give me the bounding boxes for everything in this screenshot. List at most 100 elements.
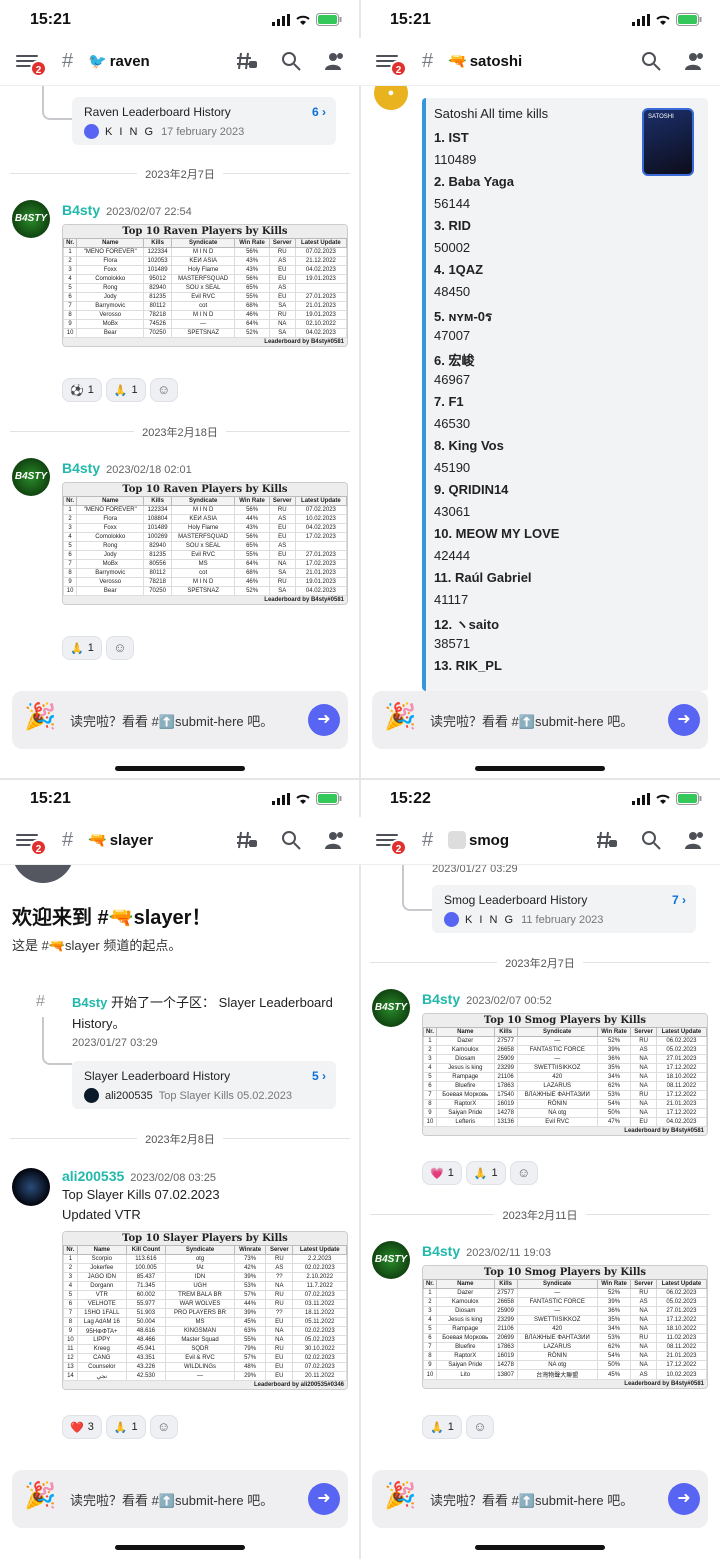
message-author[interactable]: B4sty 2023/02/18 02:01 xyxy=(62,460,192,476)
table-cell: cot xyxy=(170,301,236,311)
leaderboard-table: Nr. Name Kills Syndicate Win Rate Server Lates… xyxy=(63,496,347,596)
table-footer: Leaderboard by B4sty#0581 xyxy=(423,1380,707,1388)
reaction-button[interactable]: 🙏 1 xyxy=(105,1415,146,1439)
search-icon[interactable] xyxy=(640,829,662,851)
leaderboard-image[interactable]: Top 10 Smog Players by Kills Nr. Name Kills… xyxy=(422,1265,708,1389)
reaction-button[interactable]: 💗 1 xyxy=(422,1161,462,1185)
table-cell: 56% xyxy=(234,247,270,257)
threads-icon[interactable] xyxy=(236,829,258,851)
status-icons xyxy=(632,13,702,26)
embed-thumbnail[interactable]: SATOSHI xyxy=(642,108,694,176)
add-reaction-button[interactable]: ☺ xyxy=(465,1415,494,1439)
add-reaction-button[interactable]: ☺ xyxy=(149,1415,178,1439)
table-cell: 70250 xyxy=(143,328,172,338)
leaderboard-image[interactable]: Top 10 Raven Players by Kills Nr. Name Kill… xyxy=(62,482,348,605)
thread-card[interactable]: Smog Leaderboard History 7 › K I N G 11 f… xyxy=(432,885,696,933)
table-row: 1 "MENO FOREVER" 122334 M I N D 56% RU 07.02.2… xyxy=(63,247,347,257)
table-cell: NA xyxy=(630,1054,657,1064)
leaderboard-image[interactable]: Top 10 Smog Players by Kills Nr. Name Kills… xyxy=(422,1013,708,1136)
message-author[interactable]: B4sty 2023/02/07 22:54 xyxy=(62,202,192,218)
arrow-right-icon[interactable]: ➜ xyxy=(668,704,700,736)
thread-card[interactable]: Raven Leaderboard History 6 › K I N G 17 … xyxy=(72,97,336,145)
table-cell: 108804 xyxy=(143,514,172,524)
message-list: ● Satoshi All time kills SATOSHI 1. IST 1… xyxy=(360,86,720,691)
members-icon[interactable] xyxy=(684,50,706,72)
threads-icon[interactable] xyxy=(596,829,618,851)
table-cell: LIPPY xyxy=(76,1335,127,1345)
composer-hint[interactable]: 🎉 读完啦？看看 #⬆️submit-here 吧。 ➜ xyxy=(372,691,708,749)
reaction-button[interactable]: ⚽ 1 xyxy=(62,378,102,402)
leaderboard-image[interactable]: Top 10 Raven Players by Kills Nr. Name Kill… xyxy=(62,224,348,347)
avatar[interactable]: B4STY xyxy=(12,200,50,238)
search-icon[interactable] xyxy=(280,50,302,72)
table-row: 2 Flora 102053 KEИ ASIA 43% AS 21.12.2022 xyxy=(63,256,347,266)
table-cell: 50.004 xyxy=(125,1317,167,1327)
table-cell: 73% xyxy=(233,1254,267,1264)
table-row: 5 Rong 82940 SOU x SEAL 65% AS xyxy=(63,541,347,551)
table-cell: RU xyxy=(268,505,296,515)
message-author[interactable]: B4sty 2023/02/07 00:52 xyxy=(422,991,552,1007)
reaction-button[interactable]: 🙏 1 xyxy=(105,378,146,402)
leaderboard-image[interactable]: Top 10 Slayer Players by Kills Nr. Name Kil… xyxy=(62,1231,348,1390)
avatar[interactable] xyxy=(12,1168,50,1206)
status-bar: 15:21 xyxy=(0,779,360,817)
arrow-right-icon[interactable]: ➜ xyxy=(308,1483,340,1515)
reaction-button[interactable]: ❤️ 3 xyxy=(62,1415,102,1439)
avatar[interactable]: B4STY xyxy=(372,1241,410,1279)
add-reaction-button[interactable]: ☺ xyxy=(509,1161,538,1185)
reaction-button[interactable]: 🙏 1 xyxy=(62,636,102,660)
battery-icon xyxy=(316,13,342,26)
table-row: 10 Bear 70250 SPETSNAZ 52% SA 04.02.2023 xyxy=(63,328,347,338)
party-icon: 🎉 xyxy=(24,1480,57,1510)
welcome-subtitle: 这是 #🔫slayer 频道的起点。 xyxy=(12,938,182,953)
arrow-right-icon[interactable]: ➜ xyxy=(668,1483,700,1515)
search-icon[interactable] xyxy=(280,829,302,851)
table-cell: Lito xyxy=(435,1369,495,1380)
table-row: 14 نجي 42.530—29% EU 20.11.2022 xyxy=(63,1371,347,1381)
kill-entry-name: 11. Raúl Gabriel xyxy=(434,570,532,585)
avatar[interactable]: B4STY xyxy=(372,989,410,1027)
table-cell: AS xyxy=(268,541,296,551)
kill-entry-value: 110489 xyxy=(434,152,477,167)
reaction-button[interactable]: 🙏 1 xyxy=(465,1161,506,1185)
composer-hint[interactable]: 🎉 读完啦？看看 #⬆️submit-here 吧。 ➜ xyxy=(12,1470,348,1528)
table-cell: 21.01.2023 xyxy=(655,1351,707,1361)
add-reaction-button[interactable]: ☺ xyxy=(149,378,178,402)
table-cell: 43.351 xyxy=(125,1353,167,1363)
table-cell: otg xyxy=(165,1254,235,1264)
table-cell: 21.12.2022 xyxy=(294,256,347,266)
arrow-right-icon[interactable]: ➜ xyxy=(308,704,340,736)
reaction-emoji-icon: 🙏 xyxy=(113,384,128,397)
add-reaction-button[interactable]: ☺ xyxy=(105,636,134,660)
reaction-button[interactable]: 🙏 1 xyxy=(422,1415,462,1439)
message-author[interactable]: B4sty 2023/02/11 19:03 xyxy=(422,1243,551,1259)
search-icon[interactable] xyxy=(640,50,662,72)
thread-connector xyxy=(42,1017,72,1065)
table-cell: 20699 xyxy=(493,1333,518,1343)
table-cell: 52% xyxy=(234,586,270,596)
table-cell: 62% xyxy=(596,1081,632,1091)
table-cell: 3 xyxy=(63,265,78,275)
table-cell: SWETTIISIKKOZ xyxy=(516,1315,598,1325)
members-icon[interactable] xyxy=(324,829,346,851)
table-row: 7 MoBx 80556 MS 64% NA 17.02.2023 xyxy=(63,559,347,569)
table-row: 10 Bear 70250 SPETSNAZ 52% SA 04.02.2023 xyxy=(63,586,347,596)
bullet-avatar-icon[interactable]: ● xyxy=(374,86,408,110)
message-author[interactable]: ali200535 2023/02/08 03:25 xyxy=(62,1168,216,1184)
table-cell: UGH xyxy=(165,1281,235,1291)
column-header: Kills xyxy=(143,496,172,506)
table-cell: 10.02.2023 xyxy=(655,1369,707,1380)
composer-hint[interactable]: 🎉 读完啦？看看 #⬆️submit-here 吧。 ➜ xyxy=(372,1470,708,1528)
avatar[interactable]: B4STY xyxy=(12,458,50,496)
table-cell: RU xyxy=(630,1036,657,1046)
thread-card[interactable]: Slayer Leaderboard History 5 › ali200535… xyxy=(72,1061,336,1109)
table-cell: 6 xyxy=(63,1299,78,1309)
composer-hint[interactable]: 🎉 读完啦？看看 #⬆️submit-here 吧。 ➜ xyxy=(12,691,348,749)
threads-icon[interactable] xyxy=(236,50,258,72)
table-row: 6 Bluefire 17863 LAZARUS 62% NA 08.11.2022 xyxy=(423,1081,707,1091)
column-header: Server xyxy=(630,1279,657,1289)
members-icon[interactable] xyxy=(684,829,706,851)
table-cell: 2 xyxy=(63,256,78,266)
table-cell: RU xyxy=(265,1299,294,1309)
members-icon[interactable] xyxy=(324,50,346,72)
